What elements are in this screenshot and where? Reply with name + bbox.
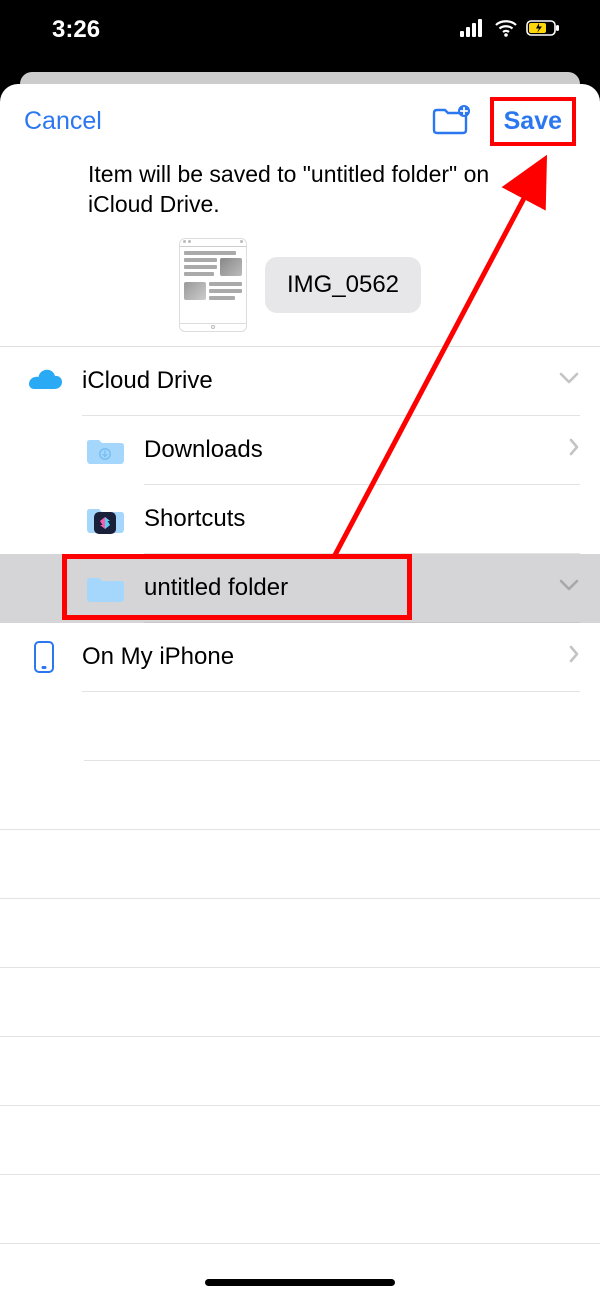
- new-folder-icon: [430, 104, 470, 139]
- iphone-icon: [20, 641, 68, 673]
- save-location-description: Item will be saved to "untitled folder" …: [0, 158, 600, 234]
- wifi-icon: [494, 19, 518, 42]
- cellular-icon: [460, 19, 486, 42]
- sheet-header: Cancel Save: [0, 84, 600, 158]
- save-sheet: Cancel Save Item will be saved to "untit…: [0, 84, 600, 1298]
- chevron-right-icon: [568, 437, 580, 462]
- file-preview-row: IMG_0562: [0, 234, 600, 346]
- row-label: Downloads: [144, 436, 568, 464]
- row-label: untitled folder: [144, 574, 558, 602]
- battery-icon: [526, 19, 560, 42]
- folder-shortcuts[interactable]: Shortcuts: [0, 485, 600, 554]
- location-icloud-drive[interactable]: iCloud Drive: [0, 347, 600, 416]
- shortcuts-badge-icon: [94, 512, 116, 534]
- file-name-chip[interactable]: IMG_0562: [265, 257, 421, 313]
- folder-icon: [80, 434, 130, 466]
- cancel-button[interactable]: Cancel: [24, 107, 102, 136]
- row-label: Shortcuts: [144, 505, 580, 533]
- folder-icon: [80, 572, 130, 604]
- icloud-icon: [20, 367, 68, 395]
- location-list: iCloud Drive Downloads: [0, 346, 600, 1244]
- new-folder-button[interactable]: [430, 104, 470, 139]
- chevron-right-icon: [568, 644, 580, 669]
- folder-icon: [80, 503, 130, 535]
- folder-untitled[interactable]: untitled folder: [0, 554, 600, 623]
- status-time: 3:26: [52, 16, 100, 44]
- file-thumbnail: [179, 238, 247, 332]
- chevron-down-icon: [558, 371, 580, 390]
- save-button[interactable]: Save: [490, 97, 576, 146]
- folder-downloads[interactable]: Downloads: [0, 416, 600, 485]
- row-label: On My iPhone: [82, 643, 568, 671]
- status-bar: 3:26: [0, 0, 600, 60]
- location-on-my-iphone[interactable]: On My iPhone: [0, 623, 600, 692]
- status-icons: [460, 19, 560, 42]
- home-indicator: [205, 1279, 395, 1286]
- chevron-down-icon: [558, 578, 580, 597]
- row-label: iCloud Drive: [82, 367, 558, 395]
- empty-rows: [0, 692, 600, 1244]
